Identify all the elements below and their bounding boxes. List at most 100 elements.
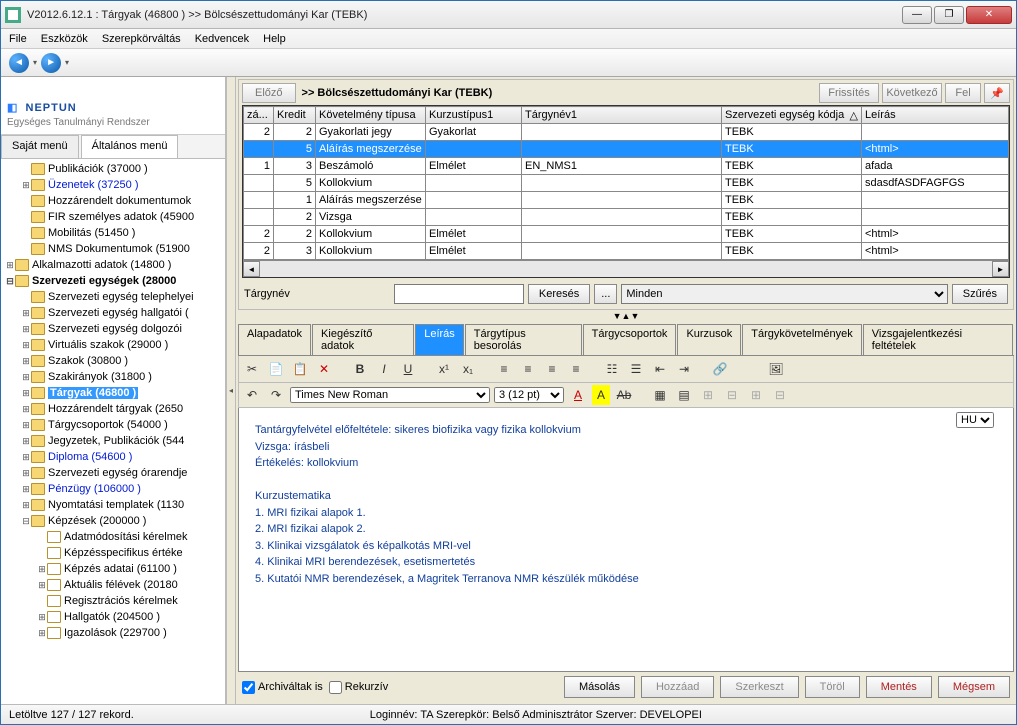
insrow-icon[interactable]: ⊞	[698, 385, 718, 405]
tree-item[interactable]: ⊞Virtuális szakok (29000 )	[5, 337, 223, 353]
inscol-icon[interactable]: ⊞	[746, 385, 766, 405]
tree-item[interactable]: ⊞Alkalmazotti adatok (14800 )	[5, 257, 223, 273]
table2-icon[interactable]: ▤	[674, 385, 694, 405]
cut-icon[interactable]: ✂	[242, 359, 262, 379]
search-more-button[interactable]: ...	[594, 284, 617, 304]
minimize-button[interactable]: —	[902, 6, 932, 24]
col-kredit[interactable]: Kredit	[274, 107, 316, 124]
detail-tab[interactable]: Vizsgajelentkezési feltételek	[863, 324, 1013, 355]
table-row[interactable]: 5KollokviumTEBKsdasdfASDFAGFGS	[244, 175, 1009, 192]
nav-tree[interactable]: Publikációk (37000 )⊞Üzenetek (37250 )Ho…	[1, 159, 225, 704]
list-bullet-icon[interactable]: ☰	[626, 359, 646, 379]
prev-button[interactable]: Előző	[242, 83, 296, 103]
tree-item[interactable]: Szervezeti egység telephelyei	[5, 289, 223, 305]
tree-item[interactable]: ⊞Igazolások (229700 )	[5, 625, 223, 641]
nav-fwd-button[interactable]: ►	[41, 53, 61, 73]
image-icon[interactable]: 🖼	[766, 359, 786, 379]
detail-tab[interactable]: Alapadatok	[238, 324, 311, 355]
search-button[interactable]: Keresés	[528, 284, 590, 304]
tree-item[interactable]: FIR személyes adatok (45900	[5, 209, 223, 225]
font-color-icon[interactable]: A	[568, 385, 588, 405]
tree-item[interactable]: NMS Dokumentumok (51900	[5, 241, 223, 257]
col-org[interactable]: Szervezeti egység kódja △	[722, 107, 862, 124]
col-za[interactable]: zá...	[244, 107, 274, 124]
data-grid[interactable]: zá... Kredit Követelmény típusa Kurzustí…	[242, 105, 1010, 278]
maximize-button[interactable]: ❐	[934, 6, 964, 24]
editor-content[interactable]: Tantárgyfelvétel előfeltétele: sikeres b…	[238, 408, 1014, 672]
list-num-icon[interactable]: ☷	[602, 359, 622, 379]
detail-tab[interactable]: Tárgytípus besorolás	[465, 324, 582, 355]
add-button[interactable]: Hozzáad	[641, 676, 714, 698]
outdent-icon[interactable]: ⇤	[650, 359, 670, 379]
grid-header-row[interactable]: zá... Kredit Követelmény típusa Kurzustí…	[244, 107, 1009, 124]
table-row[interactable]: 1Aláírás megszerzéseTEBK	[244, 192, 1009, 209]
col-subj[interactable]: Tárgynév1	[522, 107, 722, 124]
undo-icon[interactable]: ↶	[242, 385, 262, 405]
nav-back-button[interactable]: ◄	[9, 53, 29, 73]
nav-back-dropdown[interactable]: ▾	[33, 58, 37, 67]
tree-item[interactable]: ⊞Pénzügy (106000 )	[5, 481, 223, 497]
tree-item[interactable]: ⊞Nyomtatási templatek (1130	[5, 497, 223, 513]
indent-icon[interactable]: ⇥	[674, 359, 694, 379]
delete-button[interactable]: Töröl	[805, 676, 860, 698]
tree-item[interactable]: Publikációk (37000 )	[5, 161, 223, 177]
align-justify-icon[interactable]: ≡	[566, 359, 586, 379]
tree-item[interactable]: ⊞Diploma (54600 )	[5, 449, 223, 465]
col-req[interactable]: Követelmény típusa	[316, 107, 426, 124]
filter-select[interactable]: Minden	[621, 284, 947, 304]
tab-general-menu[interactable]: Általános menü	[81, 135, 179, 158]
scroll-right-icon[interactable]: ►	[992, 261, 1009, 277]
col-desc[interactable]: Leírás	[862, 107, 1009, 124]
tree-item[interactable]: ⊞Hozzárendelt tárgyak (2650	[5, 401, 223, 417]
copy-button[interactable]: Másolás	[564, 676, 635, 698]
refresh-button[interactable]: Frissítés	[819, 83, 879, 103]
filter-button[interactable]: Szűrés	[952, 284, 1008, 304]
tree-item[interactable]: ⊞Szakirányok (31800 )	[5, 369, 223, 385]
next-button[interactable]: Következő	[882, 83, 942, 103]
delete-icon[interactable]: ✕	[314, 359, 334, 379]
table-row[interactable]: 13BeszámolóElméletEN_NMS1TEBKafada	[244, 158, 1009, 175]
sub-button[interactable]: x₁	[458, 359, 478, 379]
strike-icon[interactable]: Ab	[614, 385, 634, 405]
up-button[interactable]: Fel	[945, 83, 981, 103]
col-course[interactable]: Kurzustípus1	[426, 107, 522, 124]
copy-icon[interactable]: 📄	[266, 359, 286, 379]
align-right-icon[interactable]: ≡	[542, 359, 562, 379]
highlight-icon[interactable]: A	[592, 385, 610, 405]
table-icon[interactable]: ▦	[650, 385, 670, 405]
save-button[interactable]: Mentés	[866, 676, 932, 698]
tree-item[interactable]: Képzésspecifikus értéke	[5, 545, 223, 561]
menu-fav[interactable]: Kedvencek	[195, 33, 249, 45]
menu-file[interactable]: File	[9, 33, 27, 45]
tree-item[interactable]: Hozzárendelt dokumentumok	[5, 193, 223, 209]
sup-button[interactable]: x¹	[434, 359, 454, 379]
cancel-button[interactable]: Mégsem	[938, 676, 1010, 698]
detail-tab[interactable]: Leírás	[415, 324, 464, 355]
archived-checkbox[interactable]: Archiváltak is	[242, 681, 323, 694]
search-input[interactable]	[394, 284, 524, 304]
menu-roles[interactable]: Szerepkörváltás	[102, 33, 181, 45]
menu-tools[interactable]: Eszközök	[41, 33, 88, 45]
detail-tab[interactable]: Kurzusok	[677, 324, 741, 355]
tree-item[interactable]: ⊟Képzések (200000 )	[5, 513, 223, 529]
tree-item[interactable]: Mobilitás (51450 )	[5, 225, 223, 241]
detail-tab[interactable]: Kiegészítő adatok	[312, 324, 414, 355]
italic-button[interactable]: I	[374, 359, 394, 379]
menu-help[interactable]: Help	[263, 33, 286, 45]
tree-item[interactable]: ⊞Tárgyak (46800 )	[5, 385, 223, 401]
nav-fwd-dropdown[interactable]: ▾	[65, 58, 69, 67]
align-center-icon[interactable]: ≡	[518, 359, 538, 379]
recursive-checkbox[interactable]: Rekurzív	[329, 681, 388, 694]
tree-item[interactable]: ⊞Tárgycsoportok (54000 )	[5, 417, 223, 433]
redo-icon[interactable]: ↷	[266, 385, 286, 405]
font-select[interactable]: Times New Roman	[290, 387, 490, 403]
table-row[interactable]: 2VizsgaTEBK	[244, 209, 1009, 226]
size-select[interactable]: 3 (12 pt)	[494, 387, 564, 403]
tree-item[interactable]: ⊞Üzenetek (37250 )	[5, 177, 223, 193]
tree-item[interactable]: ⊞Szervezeti egység dolgozói	[5, 321, 223, 337]
table-row[interactable]: 5Aláírás megszerzéseTEBK<html>	[244, 141, 1009, 158]
scroll-left-icon[interactable]: ◄	[243, 261, 260, 277]
tree-item[interactable]: ⊞Hallgatók (204500 )	[5, 609, 223, 625]
underline-button[interactable]: U	[398, 359, 418, 379]
lang-select[interactable]: HU	[956, 412, 994, 428]
